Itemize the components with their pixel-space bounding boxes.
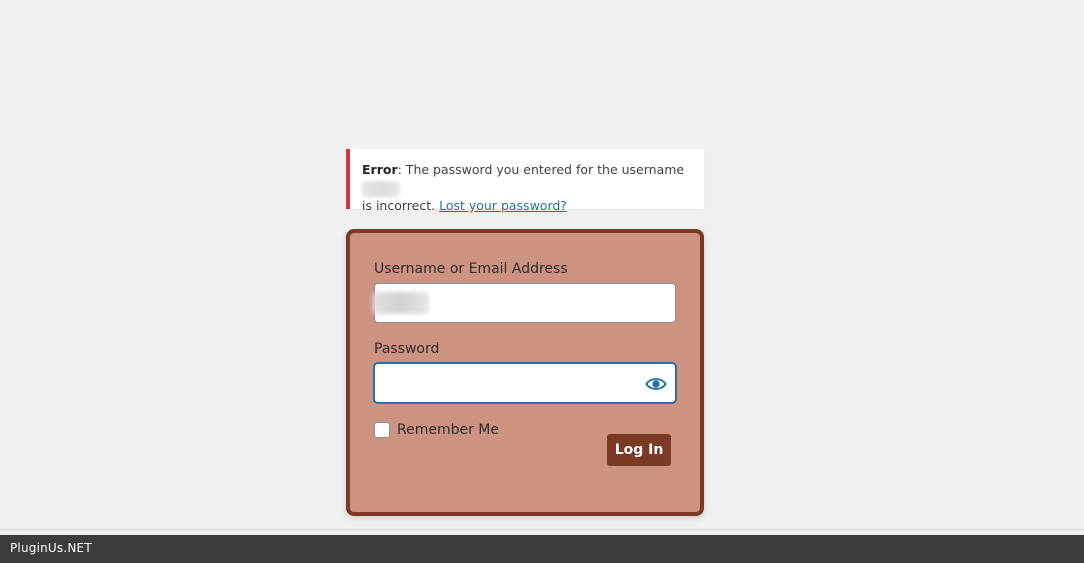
footer-divider xyxy=(0,529,1084,530)
username-input[interactable] xyxy=(373,283,676,323)
error-label: Error xyxy=(362,162,398,177)
redacted-username-value xyxy=(373,292,429,314)
remember-me-label[interactable]: Remember Me xyxy=(397,422,499,438)
remember-me-row: Remember Me xyxy=(374,422,499,438)
error-message-start: : The password you entered for the usern… xyxy=(397,162,685,177)
username-label: Username or Email Address xyxy=(374,261,568,277)
login-button[interactable]: Log In xyxy=(607,434,671,466)
password-input[interactable] xyxy=(374,363,676,403)
password-label: Password xyxy=(374,341,440,357)
login-page: Error: The password you entered for the … xyxy=(0,0,1084,563)
lost-password-link[interactable]: Lost your password? xyxy=(439,198,567,213)
remember-me-checkbox[interactable] xyxy=(374,422,390,438)
redacted-username xyxy=(362,180,400,197)
error-notice: Error: The password you entered for the … xyxy=(346,149,704,213)
login-form: Username or Email Address Password Remem… xyxy=(346,229,704,516)
eye-icon[interactable] xyxy=(645,373,667,395)
footer-bar: PluginUs.NET xyxy=(0,535,1084,563)
error-message-end: is incorrect. xyxy=(362,198,436,213)
footer-brand: PluginUs.NET xyxy=(10,541,92,555)
